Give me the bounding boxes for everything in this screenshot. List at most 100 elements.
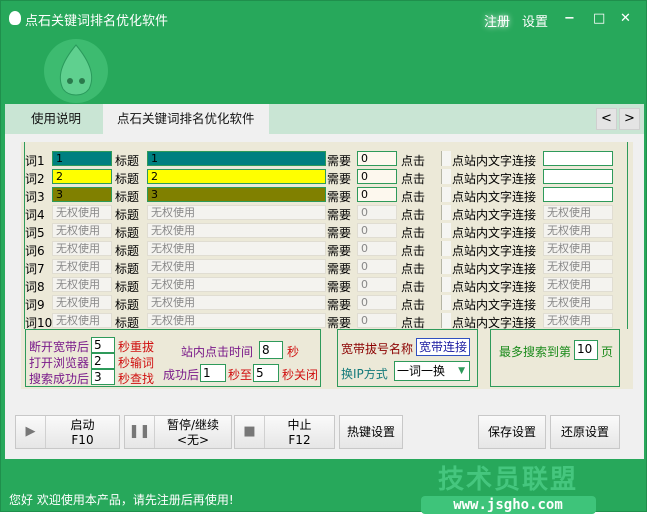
keyword-input[interactable]: 无权使用 — [52, 295, 112, 310]
click-count-input[interactable]: 0 — [357, 151, 397, 166]
max-pages-input[interactable]: 10 — [574, 340, 598, 360]
status-text: 您好 欢迎使用本产品，请先注册后再使用! — [9, 493, 234, 507]
title-input[interactable]: 无权使用 — [147, 295, 326, 310]
keyword-label: 词1 — [25, 154, 45, 168]
open-browser-label: 打开浏览器 — [29, 356, 90, 370]
title-input[interactable]: 无权使用 — [147, 241, 326, 256]
button-bar: ▶ 启动 F10 ❚❚ 暂停/继续 <无> ■ 中止 F12 热键设置 保存设置 还原… — [5, 401, 644, 459]
title-input[interactable]: 无权使用 — [147, 259, 326, 274]
click-count-input[interactable]: 0 — [357, 295, 397, 310]
click-count-input[interactable]: 0 — [357, 169, 397, 184]
click-count-input[interactable]: 0 — [357, 241, 397, 256]
keyword-input[interactable]: 1 — [52, 151, 112, 166]
link-checkbox[interactable] — [441, 241, 451, 256]
start-button[interactable]: ▶ 启动 F10 — [15, 415, 120, 449]
link-text-input[interactable]: 无权使用 — [543, 241, 613, 256]
title-input[interactable]: 2 — [147, 169, 326, 184]
keyword-row: 词8 无权使用 标题 无权使用 需要 0 点击 点站内文字连接 无权使用 — [21, 276, 633, 294]
app-window: 点石关键词排名优化软件 注册 设置 − □ ✕ 使用说明 点石关键词排名优化软件… — [0, 0, 647, 514]
register-button[interactable]: 注册 — [484, 11, 510, 30]
link-checkbox[interactable] — [441, 151, 451, 166]
stop-key: F12 — [288, 433, 311, 447]
pause-key: <无> — [176, 433, 210, 447]
disconnect-label: 断开宽带后 — [29, 340, 90, 354]
click-label: 点击 — [401, 208, 426, 222]
link-checkbox[interactable] — [441, 205, 451, 220]
keyword-input[interactable]: 无权使用 — [52, 223, 112, 238]
open-browser-input[interactable]: 2 — [91, 353, 115, 369]
title-label: 标题 — [115, 262, 140, 276]
click-count-input[interactable]: 0 — [357, 205, 397, 220]
keyword-input[interactable]: 无权使用 — [52, 259, 112, 274]
title-input[interactable]: 3 — [147, 187, 326, 202]
link-text-input[interactable]: 无权使用 — [543, 259, 613, 274]
pause-button[interactable]: ❚❚ 暂停/继续 <无> — [124, 415, 232, 449]
tab-main[interactable]: 点石关键词排名优化软件 — [103, 104, 269, 134]
keyword-row: 词9 无权使用 标题 无权使用 需要 0 点击 点站内文字连接 无权使用 — [21, 294, 633, 312]
keyword-input[interactable]: 无权使用 — [52, 205, 112, 220]
disconnect-input[interactable]: 5 — [91, 337, 115, 353]
link-text-input[interactable] — [543, 187, 613, 202]
close-label: 秒关闭 — [282, 368, 319, 382]
click-count-input[interactable]: 0 — [357, 313, 397, 328]
tab-next-button[interactable]: > — [619, 108, 640, 130]
save-settings-button[interactable]: 保存设置 — [478, 415, 546, 449]
link-checkbox[interactable] — [441, 223, 451, 238]
title-input[interactable]: 1 — [147, 151, 326, 166]
minimize-button[interactable]: − — [564, 11, 575, 26]
close-min-input[interactable]: 1 — [200, 364, 226, 382]
found-input[interactable]: 3 — [91, 369, 115, 385]
title-label: 标题 — [115, 172, 140, 186]
link-text-input[interactable]: 无权使用 — [543, 205, 613, 220]
click-label: 点击 — [401, 226, 426, 240]
tab-prev-button[interactable]: < — [596, 108, 617, 130]
maximize-button[interactable]: □ — [593, 11, 605, 26]
keyword-input[interactable]: 无权使用 — [52, 241, 112, 256]
click-count-input[interactable]: 0 — [357, 223, 397, 238]
link-text-input[interactable]: 无权使用 — [543, 223, 613, 238]
link-text-input[interactable]: 无权使用 — [543, 313, 613, 328]
click-time-input[interactable]: 8 — [259, 341, 283, 359]
settings-button[interactable]: 设置 — [522, 11, 548, 30]
link-checkbox[interactable] — [441, 259, 451, 274]
close-max-input[interactable]: 5 — [253, 364, 279, 382]
title-input[interactable]: 无权使用 — [147, 223, 326, 238]
ip-mode-select[interactable]: 一词一换 ▼ — [394, 361, 470, 381]
link-label: 点站内文字连接 — [452, 280, 537, 294]
title-input[interactable]: 无权使用 — [147, 205, 326, 220]
link-text-input[interactable]: 无权使用 — [543, 277, 613, 292]
to-label: 秒至 — [228, 368, 253, 382]
stop-button[interactable]: ■ 中止 F12 — [234, 415, 335, 449]
keyword-row: 词7 无权使用 标题 无权使用 需要 0 点击 点站内文字连接 无权使用 — [21, 258, 633, 276]
link-checkbox[interactable] — [441, 313, 451, 328]
link-text-input[interactable] — [543, 151, 613, 166]
keyword-input[interactable]: 无权使用 — [52, 313, 112, 328]
title-label: 标题 — [115, 280, 140, 294]
click-count-input[interactable]: 0 — [357, 259, 397, 274]
link-checkbox[interactable] — [441, 295, 451, 310]
title-input[interactable]: 无权使用 — [147, 313, 326, 328]
click-count-input[interactable]: 0 — [357, 187, 397, 202]
search-label: 秒查找 — [118, 372, 155, 386]
link-checkbox[interactable] — [441, 169, 451, 184]
link-text-input[interactable]: 无权使用 — [543, 295, 613, 310]
keyword-row: 词5 无权使用 标题 无权使用 需要 0 点击 点站内文字连接 无权使用 — [21, 222, 633, 240]
keyword-input[interactable]: 2 — [52, 169, 112, 184]
link-text-input[interactable] — [543, 169, 613, 184]
click-count-input[interactable]: 0 — [357, 277, 397, 292]
close-button[interactable]: ✕ — [620, 11, 631, 26]
keyword-input[interactable]: 3 — [52, 187, 112, 202]
link-label: 点站内文字连接 — [452, 208, 537, 222]
hotkey-button[interactable]: 热键设置 — [339, 415, 403, 449]
title-label: 标题 — [115, 298, 140, 312]
tab-instructions[interactable]: 使用说明 — [19, 104, 93, 134]
dial-name-input[interactable]: 宽带连接 — [416, 338, 470, 356]
link-checkbox[interactable] — [441, 277, 451, 292]
need-label: 需要 — [327, 298, 352, 312]
restore-settings-button[interactable]: 还原设置 — [550, 415, 620, 449]
link-checkbox[interactable] — [441, 187, 451, 202]
click-label: 点击 — [401, 262, 426, 276]
pause-icon: ❚❚ — [125, 416, 155, 448]
keyword-input[interactable]: 无权使用 — [52, 277, 112, 292]
title-input[interactable]: 无权使用 — [147, 277, 326, 292]
